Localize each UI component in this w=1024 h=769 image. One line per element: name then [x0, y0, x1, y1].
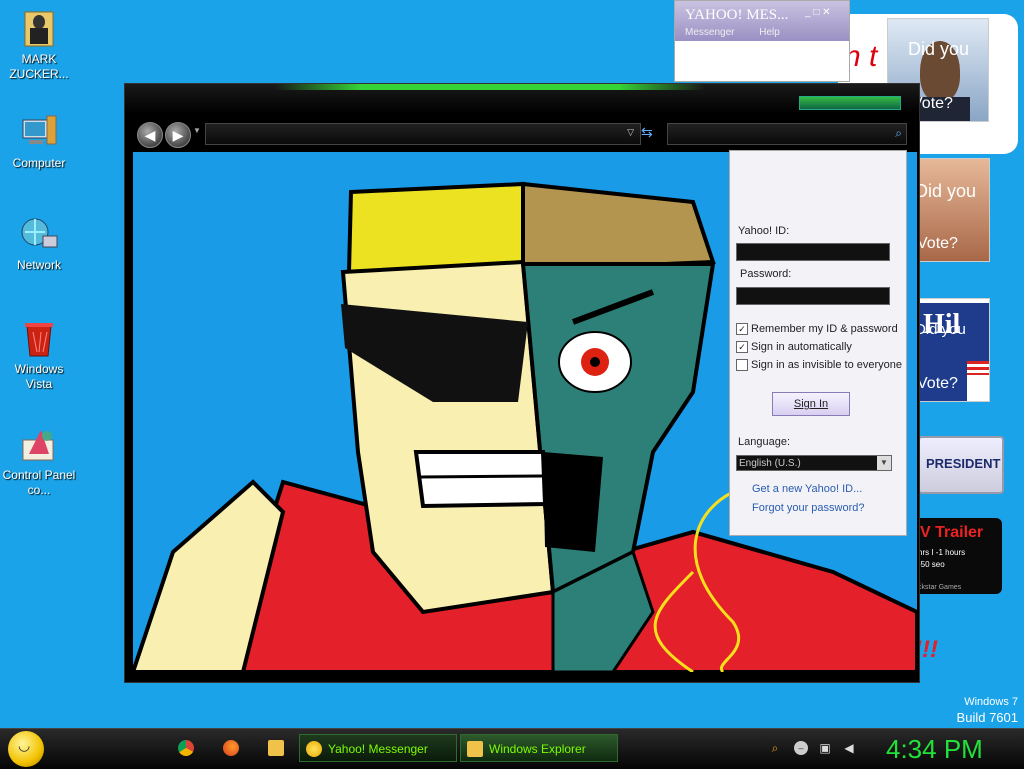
yahoo-smiley-icon [306, 741, 322, 757]
taskbar-clock[interactable]: 4:34 PM [886, 733, 983, 765]
language-value: English (U.S.) [739, 458, 801, 469]
firefox-icon[interactable] [223, 740, 239, 756]
search-tray-icon[interactable]: ⌕ [768, 741, 782, 755]
ym-title: YAHOO! MES... [685, 7, 789, 23]
get-new-id-link[interactable]: Get a new Yahoo! ID... [752, 483, 862, 495]
auto-signin-checkbox-row[interactable]: ✓ Sign in automatically [736, 341, 852, 353]
vote-text: Vote? [917, 235, 958, 252]
taskbar: ◡ Yahoo! Messenger Windows Explorer ⌕ – … [0, 728, 1024, 769]
auto-signin-checkbox[interactable]: ✓ [736, 341, 748, 353]
search-box[interactable]: ⌕ [667, 123, 907, 145]
remember-checkbox-row[interactable]: ✓ Remember my ID & password [736, 323, 898, 335]
messenger-tray-icon[interactable]: – [794, 741, 808, 755]
forward-button[interactable]: ▶ [165, 122, 191, 148]
invisible-checkbox-row[interactable]: Sign in as invisible to everyone [736, 359, 902, 371]
task-windows-explorer[interactable]: Windows Explorer [460, 734, 618, 762]
smiley-start-icon: ◡ [18, 737, 31, 753]
president-text: PRESIDENT [926, 456, 1001, 471]
address-dropdown-icon[interactable]: ▽ [627, 127, 634, 138]
flag-stripes [967, 361, 989, 375]
search-icon[interactable]: ⌕ [895, 126, 902, 141]
language-select[interactable]: English (U.S.) ▼ [736, 455, 892, 471]
yahoo-id-input[interactable] [736, 243, 890, 261]
password-input[interactable] [736, 287, 890, 305]
control-panel-icon [19, 424, 59, 464]
desktop-icon-user-folder[interactable]: MARK ZUCKER... [2, 8, 76, 82]
person-folder-icon [19, 8, 59, 48]
did-you-text: Did you [915, 321, 966, 338]
vote-text: Vote? [917, 375, 958, 392]
desktop-icon-label: Windows Vista [14, 362, 64, 391]
vote-hillary-tile: Hil Did you Vote? [910, 298, 990, 402]
watermark-line1: Windows 7 [964, 696, 1018, 708]
did-you-text: Did you [908, 39, 970, 59]
trailer-sub1: hrs I -1 hours [918, 548, 966, 557]
invisible-label: Sign in as invisible to everyone [751, 359, 903, 371]
language-label: Language: [738, 436, 790, 448]
desktop-icon-label: Control Panel co... [2, 468, 76, 497]
chevron-down-icon[interactable]: ▼ [877, 456, 891, 470]
auto-signin-label: Sign in automatically [751, 341, 852, 353]
chrome-icon[interactable] [178, 740, 194, 756]
history-dropdown-icon[interactable]: ▼ [193, 126, 201, 135]
task-label: Windows Explorer [489, 742, 586, 756]
computer-icon [19, 112, 59, 152]
remember-checkbox[interactable]: ✓ [736, 323, 748, 335]
desktop-icon-label: Network [16, 258, 61, 272]
desktop-icon-control-panel[interactable]: Control Panel co... [2, 424, 76, 498]
folder-icon [467, 741, 483, 757]
desktop-icon-recycle-bin[interactable]: Windows Vista [2, 318, 76, 392]
vote-photo-tile-2: Did you Vote? [910, 158, 990, 262]
desktop-icon-label: MARK ZUCKER... [9, 52, 69, 81]
ym-titlebar[interactable]: YAHOO! MES... _ □ ✕ Messenger Help [675, 1, 849, 41]
network-icon [19, 214, 59, 254]
desktop-icon-label: Computer [12, 156, 66, 170]
folder-quicklaunch-icon[interactable] [268, 740, 284, 756]
password-label: Password: [740, 268, 792, 280]
did-you-text: Did you [915, 181, 977, 201]
ym-menu-messenger[interactable]: Messenger [685, 27, 734, 38]
ym-menu: Messenger Help [685, 27, 780, 38]
titlebar-glow [275, 84, 705, 90]
yahoo-messenger-window[interactable]: YAHOO! MES... _ □ ✕ Messenger Help [674, 0, 850, 82]
refresh-icon[interactable]: ⇆ [641, 124, 653, 141]
sign-in-button[interactable]: Sign In [772, 392, 850, 416]
network-tray-icon[interactable]: ▣ [818, 741, 832, 755]
task-yahoo-messenger[interactable]: Yahoo! Messenger [299, 734, 457, 762]
address-bar[interactable]: ▽ [205, 123, 641, 145]
desktop-icon-computer[interactable]: Computer [2, 112, 76, 171]
president-banner: PRESIDENT [918, 436, 1004, 494]
window-controls[interactable] [799, 96, 901, 110]
invisible-checkbox[interactable] [736, 359, 748, 371]
trailer-sub2: -50 seo [918, 560, 945, 569]
ym-menu-help[interactable]: Help [759, 27, 780, 38]
forward-arrow-icon: ▶ [172, 127, 184, 143]
volume-tray-icon[interactable]: ◀ [842, 741, 856, 755]
desktop-icon-network[interactable]: Network [2, 214, 76, 273]
recycle-bin-icon [19, 318, 59, 358]
back-button[interactable]: ◀ [137, 122, 163, 148]
yahoo-id-label: Yahoo! ID: [738, 225, 790, 237]
windows-build-watermark: Windows 7 Build 7601 [957, 694, 1018, 726]
yahoo-login-panel[interactable]: Yahoo! ID: Password: ✓ Remember my ID & … [729, 150, 907, 536]
ym-window-buttons[interactable]: _ □ ✕ [805, 7, 831, 18]
trailer-title: V Trailer [920, 524, 984, 541]
start-button[interactable]: ◡ [8, 731, 44, 767]
remember-label: Remember my ID & password [751, 323, 898, 335]
back-arrow-icon: ◀ [144, 127, 156, 143]
forgot-password-link[interactable]: Forgot your password? [752, 502, 865, 514]
watermark-line2: Build 7601 [956, 710, 1018, 725]
task-label: Yahoo! Messenger [328, 742, 428, 756]
